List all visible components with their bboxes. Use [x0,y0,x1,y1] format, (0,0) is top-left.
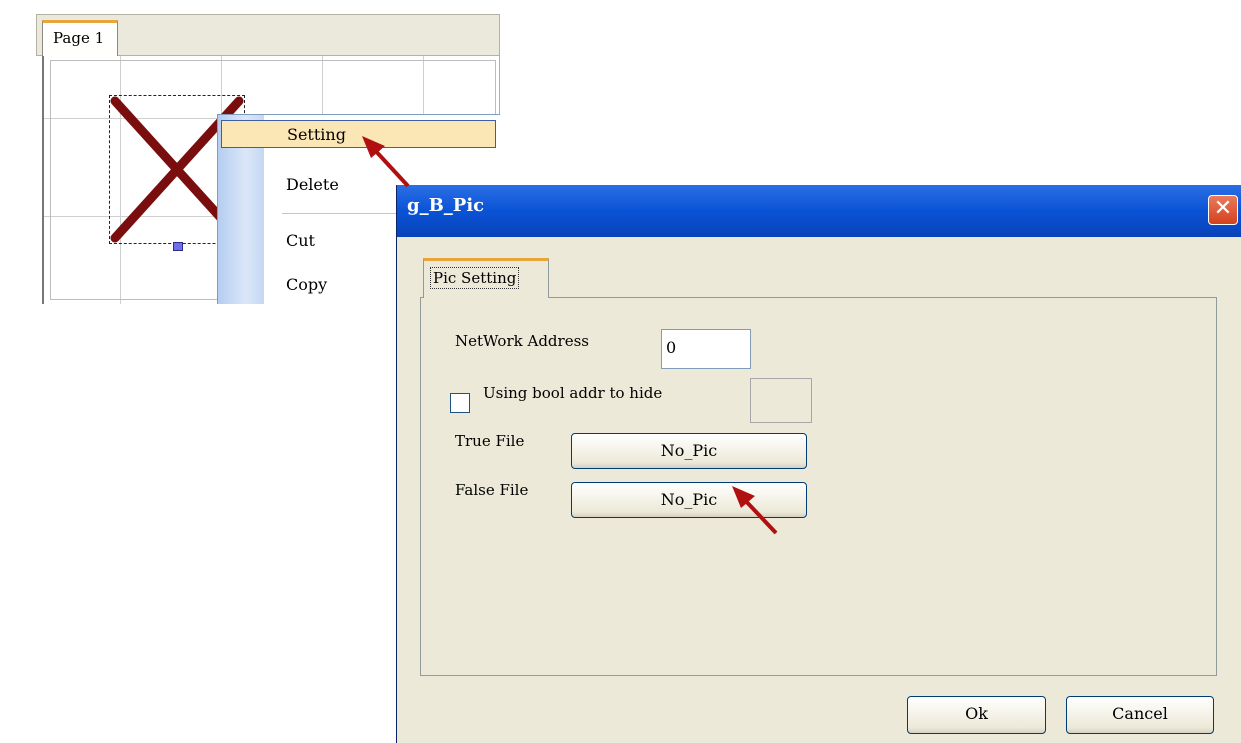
ok-button[interactable]: Ok [907,696,1046,734]
tab-panel: NetWork Address 0 Using bool addr to hid… [420,297,1217,676]
tab-pic-setting[interactable]: Pic Setting [423,258,549,298]
dialog-title: g_B_Pic [407,195,485,216]
hide-checkbox[interactable] [450,393,470,413]
network-address-input[interactable]: 0 [661,329,751,369]
pic-settings-dialog: g_B_Pic ✕ Pic Setting NetWork Address 0 … [396,185,1241,743]
tab-label: Pic Setting [430,267,520,289]
hide-address-input[interactable] [750,378,812,423]
close-icon[interactable]: ✕ [1208,195,1238,225]
cancel-button[interactable]: Cancel [1066,696,1214,734]
hide-checkbox-label: Using bool addr to hide [483,384,663,402]
false-file-button[interactable]: No_Pic [571,482,807,518]
menu-item-setting[interactable]: Setting [221,120,496,148]
true-file-button[interactable]: No_Pic [571,433,807,469]
network-address-label: NetWork Address [455,332,589,350]
dialog-title-bar[interactable]: g_B_Pic ✕ [397,185,1241,237]
true-file-label: True File [455,432,525,450]
resize-handle[interactable] [173,242,183,251]
tab-page-1[interactable]: Page 1 [42,20,118,56]
false-file-label: False File [455,481,529,499]
